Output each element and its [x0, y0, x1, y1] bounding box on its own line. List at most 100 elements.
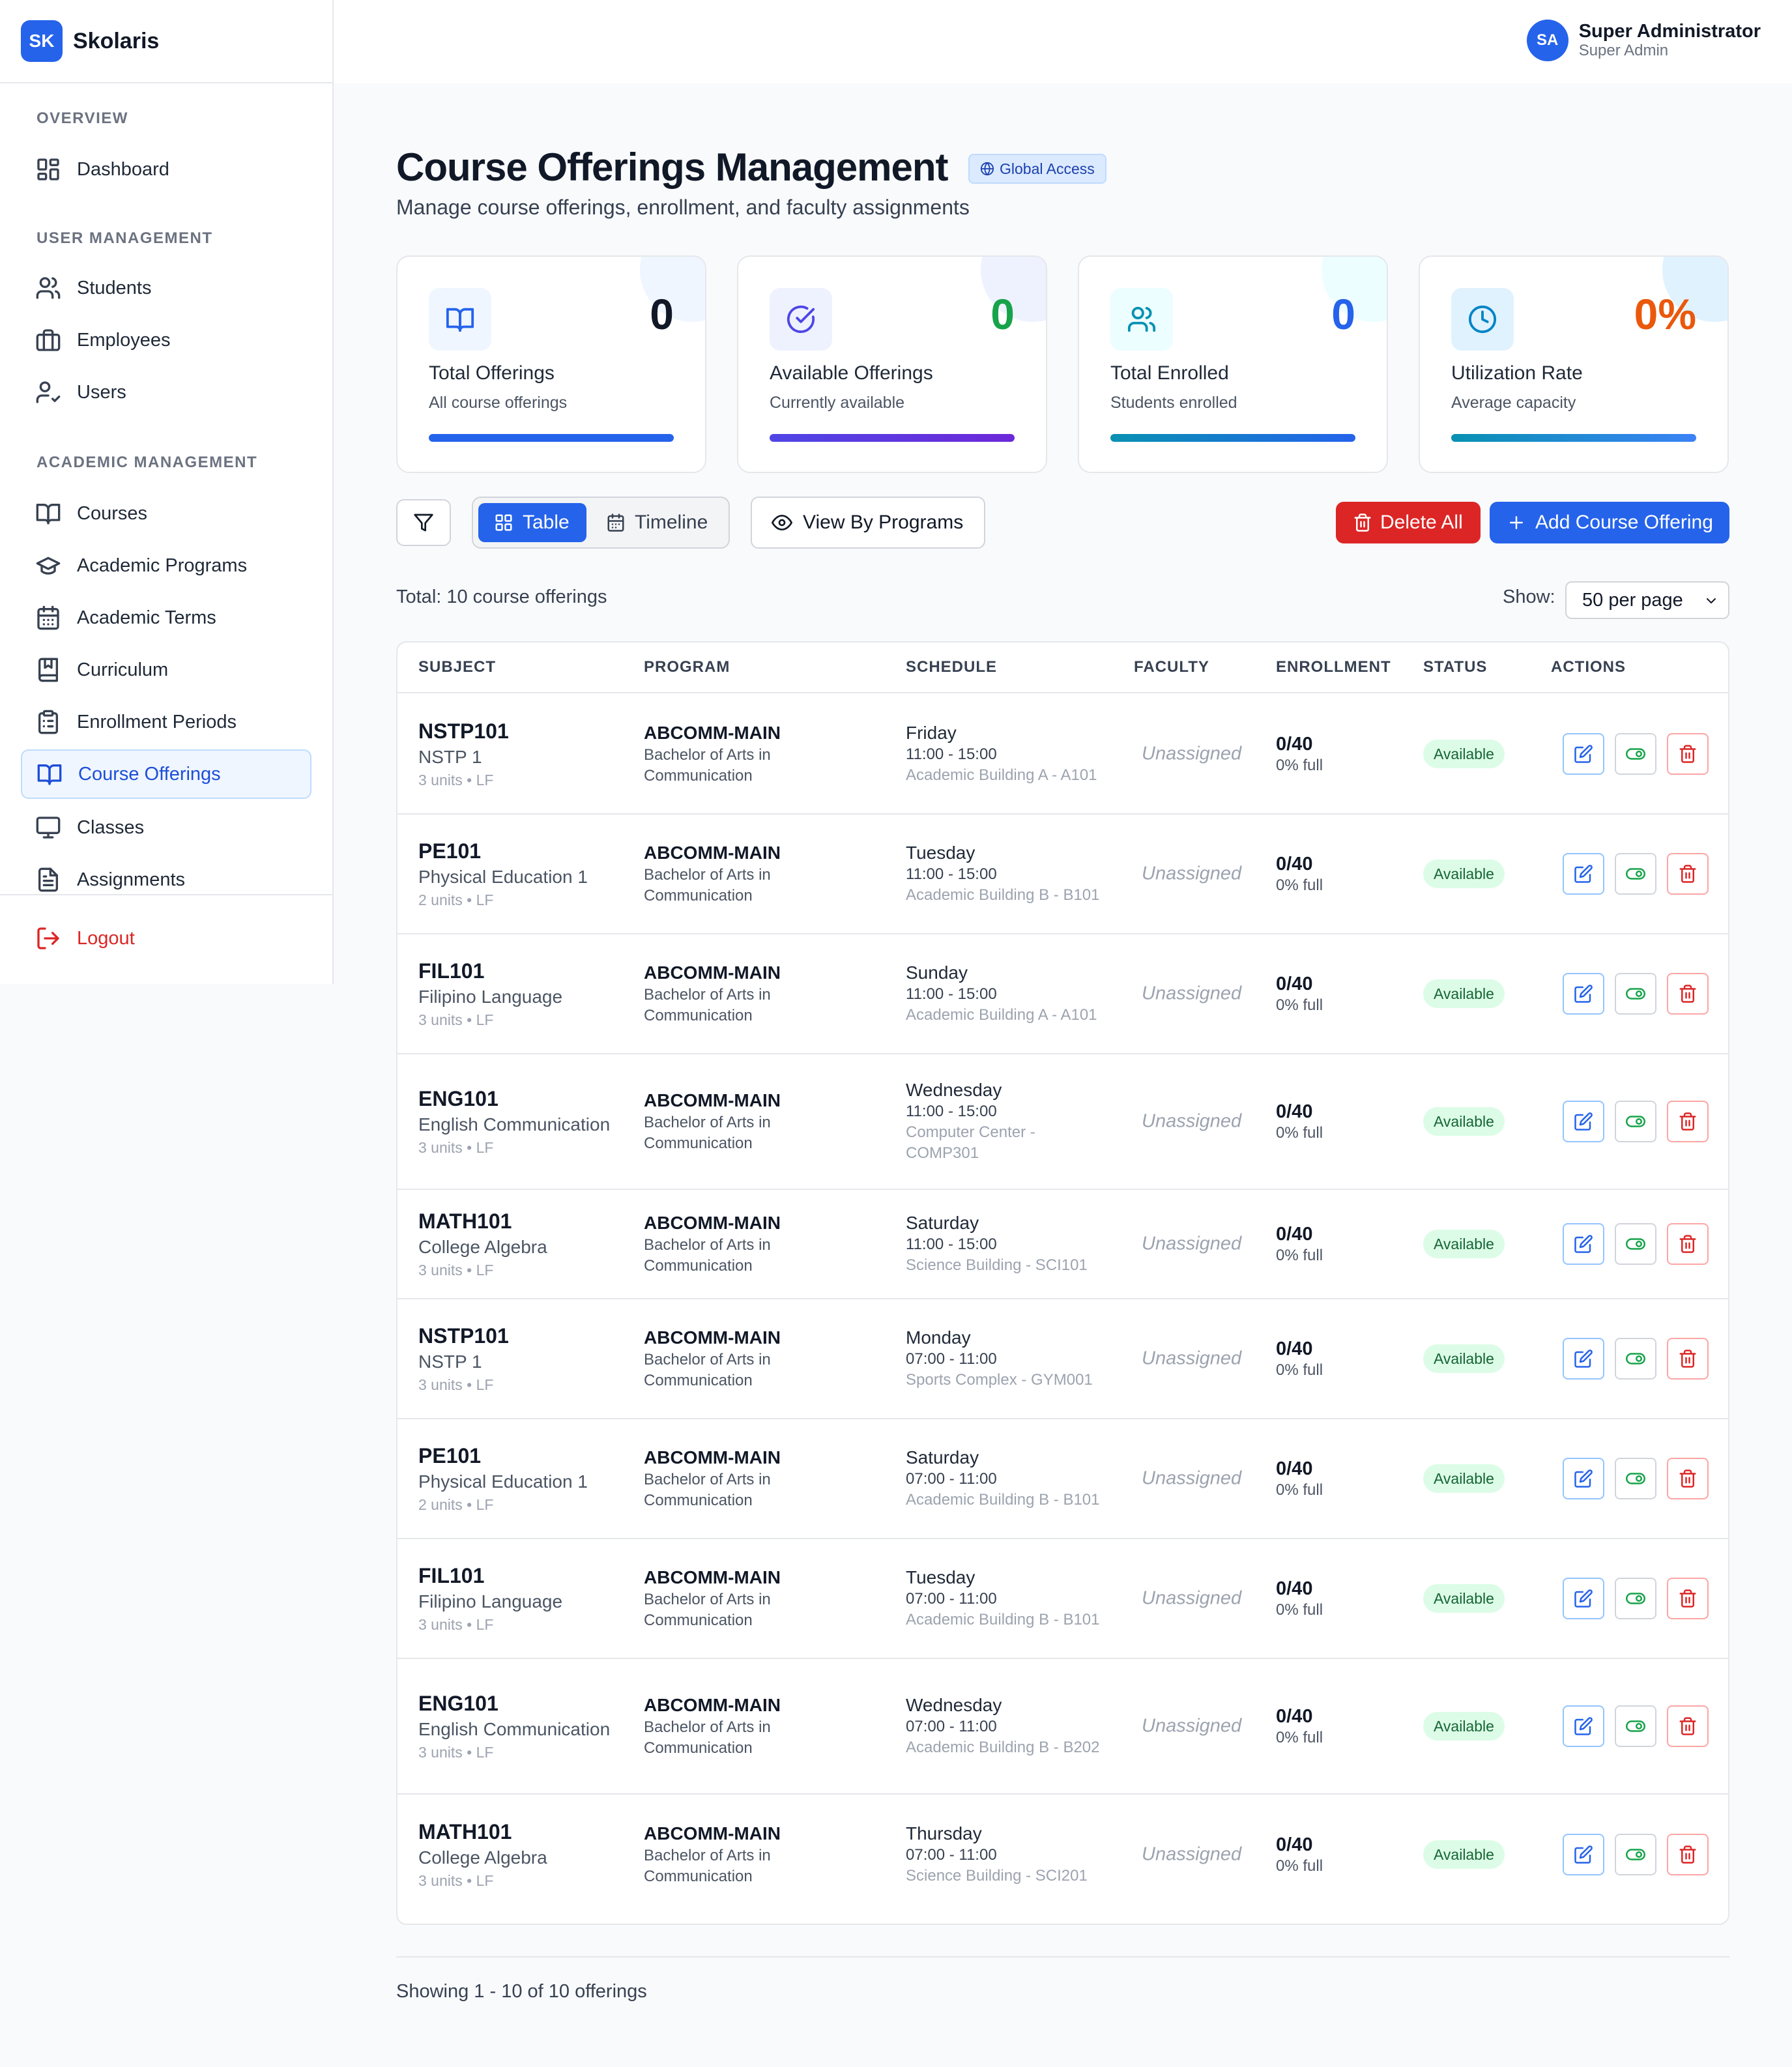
delete-button[interactable] — [1667, 1101, 1709, 1142]
button-label: Delete All — [1380, 512, 1463, 533]
sidebar-item-academic-terms[interactable]: Academic Terms — [21, 593, 311, 643]
faculty-cell: Unassigned — [1142, 1348, 1242, 1369]
delete-button[interactable] — [1667, 1705, 1709, 1747]
edit-button[interactable] — [1563, 733, 1604, 775]
sidebar-item-assignments[interactable]: Assignments — [21, 855, 311, 904]
toggle-button[interactable] — [1615, 733, 1656, 775]
edit-button[interactable] — [1563, 1101, 1604, 1142]
toggle-button[interactable] — [1615, 853, 1656, 895]
sidebar-item-students[interactable]: Students — [21, 263, 311, 313]
schedule-room: Academic Building B - B202 — [906, 1739, 1100, 1756]
delete-all-button[interactable]: Delete All — [1336, 502, 1481, 543]
subject-name: Physical Education 1 — [418, 867, 588, 887]
enrollment-cell: 0/40 0% full — [1276, 972, 1323, 1015]
delete-button[interactable] — [1667, 733, 1709, 775]
toggle-button[interactable] — [1615, 1338, 1656, 1380]
schedule-cell: Thursday 07:00 - 11:00 Science Building … — [906, 1823, 1101, 1886]
stat-value: 0 — [990, 290, 1015, 338]
brand-logo: SK — [21, 20, 63, 62]
edit-button[interactable] — [1563, 1458, 1604, 1499]
edit-icon — [1574, 1349, 1593, 1368]
sidebar-item-employees[interactable]: Employees — [21, 315, 311, 365]
toggle-button[interactable] — [1615, 1458, 1656, 1499]
toggle-button[interactable] — [1615, 1705, 1656, 1747]
edit-icon — [1574, 1234, 1593, 1254]
status-badge: Available — [1423, 1230, 1505, 1258]
page-title: Course Offerings Management — [396, 145, 948, 189]
user-menu[interactable]: SA Super Administrator Super Admin — [1526, 20, 1761, 61]
section-academic-management: ACADEMIC MANAGEMENT — [36, 454, 258, 471]
enrollment-count: 0/40 — [1276, 734, 1313, 755]
subject-name: Physical Education 1 — [418, 1471, 588, 1492]
edit-button[interactable] — [1563, 1338, 1604, 1380]
status-badge: Available — [1423, 1712, 1505, 1741]
edit-icon — [1574, 1845, 1593, 1864]
tab-table[interactable]: Table — [478, 503, 586, 542]
program-name: Bachelor of Arts in Communication — [644, 1591, 771, 1629]
toggle-button[interactable] — [1615, 973, 1656, 1015]
sidebar-item-courses[interactable]: Courses — [21, 489, 311, 538]
schedule-day: Saturday — [906, 1447, 979, 1467]
enrollment-count: 0/40 — [1276, 1458, 1313, 1479]
divider — [396, 1956, 1729, 1958]
add-course-offering-button[interactable]: Add Course Offering — [1490, 502, 1729, 543]
user-role: Super Admin — [1578, 42, 1669, 59]
schedule-time: 07:00 - 11:00 — [906, 1718, 997, 1735]
edit-button[interactable] — [1563, 853, 1604, 895]
tab-label: Table — [523, 512, 570, 533]
schedule-cell: Saturday 07:00 - 11:00 Academic Building… — [906, 1447, 1101, 1510]
delete-button[interactable] — [1667, 1834, 1709, 1875]
schedule-cell: Tuesday 11:00 - 15:00 Academic Building … — [906, 842, 1101, 906]
edit-button[interactable] — [1563, 973, 1604, 1015]
header-enrollment: ENROLLMENT — [1276, 658, 1391, 676]
delete-button[interactable] — [1667, 973, 1709, 1015]
subject-units: 3 units • LF — [418, 1744, 494, 1761]
toggle-icon — [1626, 1349, 1645, 1368]
delete-button[interactable] — [1667, 1458, 1709, 1499]
toggle-button[interactable] — [1615, 1101, 1656, 1142]
sidebar-item-dashboard[interactable]: Dashboard — [21, 145, 311, 194]
tab-timeline[interactable]: Timeline — [600, 503, 723, 542]
sidebar-item-classes[interactable]: Classes — [21, 803, 311, 852]
sidebar-item-users[interactable]: Users — [21, 368, 311, 417]
edit-button[interactable] — [1563, 1578, 1604, 1619]
delete-button[interactable] — [1667, 1223, 1709, 1265]
filter-button[interactable] — [396, 499, 451, 546]
plus-icon — [1507, 513, 1526, 532]
edit-button[interactable] — [1563, 1834, 1604, 1875]
faculty-cell: Unassigned — [1142, 1715, 1242, 1737]
schedule-day: Wednesday — [906, 1695, 1002, 1715]
sidebar-item-course-offerings[interactable]: Course Offerings — [21, 749, 311, 799]
table-row: FIL101 Filipino Language 3 units • LF AB… — [397, 1539, 1728, 1659]
subject-units: 3 units • LF — [418, 772, 494, 788]
brand[interactable]: SK Skolaris — [0, 0, 332, 83]
user-check-icon — [35, 379, 61, 405]
delete-button[interactable] — [1667, 853, 1709, 895]
toggle-button[interactable] — [1615, 1578, 1656, 1619]
program-name: Bachelor of Arts in Communication — [644, 1471, 771, 1509]
per-page-select[interactable]: 50 per page — [1565, 581, 1729, 619]
edit-button[interactable] — [1563, 1223, 1604, 1265]
logout-button[interactable]: Logout — [21, 914, 311, 963]
per-page-value: 50 per page — [1582, 589, 1683, 611]
delete-button[interactable] — [1667, 1578, 1709, 1619]
stat-sub: All course offerings — [429, 394, 568, 412]
view-by-programs-button[interactable]: View By Programs — [751, 497, 985, 549]
toggle-icon — [1626, 1845, 1645, 1864]
dashboard-icon — [35, 156, 61, 182]
sidebar-item-curriculum[interactable]: Curriculum — [21, 645, 311, 695]
program-cell: ABCOMM-MAIN Bachelor of Arts in Communic… — [644, 1822, 813, 1887]
enrollment-cell: 0/40 0% full — [1276, 1457, 1323, 1500]
toggle-button[interactable] — [1615, 1223, 1656, 1265]
delete-button[interactable] — [1667, 1338, 1709, 1380]
sidebar-item-academic-programs[interactable]: Academic Programs — [21, 541, 311, 590]
subject-code: FIL101 — [418, 1564, 485, 1587]
status-badge: Available — [1423, 1344, 1505, 1373]
edit-button[interactable] — [1563, 1705, 1604, 1747]
sidebar-item-enrollment-periods[interactable]: Enrollment Periods — [21, 697, 311, 747]
schedule-day: Tuesday — [906, 1567, 975, 1587]
enrollment-percent: 0% full — [1276, 996, 1323, 1014]
schedule-time: 07:00 - 11:00 — [906, 1470, 997, 1488]
toggle-button[interactable] — [1615, 1834, 1656, 1875]
subject-name: NSTP 1 — [418, 747, 482, 767]
